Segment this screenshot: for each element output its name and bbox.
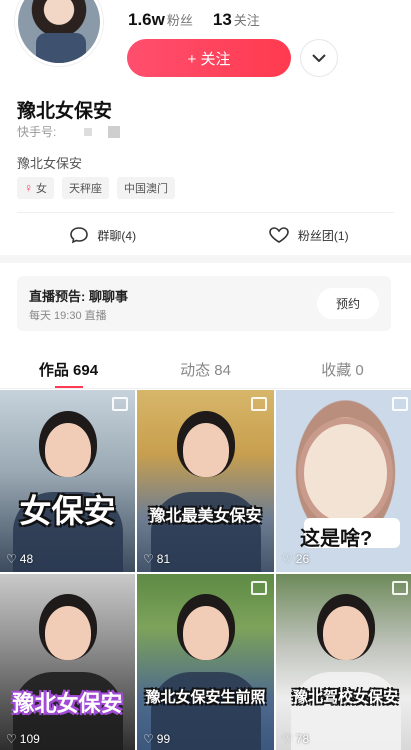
kuaishou-id: 快手号: [17, 123, 121, 140]
tab-favorites[interactable]: 收藏 0 [274, 355, 411, 388]
like-count: ♡ 48 [6, 552, 33, 566]
heart-icon: ♡ [6, 552, 17, 566]
follow-label: + 关注 [187, 50, 231, 68]
thumbnail-figure [182, 606, 229, 661]
follow-button[interactable]: + 关注 [127, 39, 291, 77]
redacted-id [108, 125, 121, 138]
video-tile[interactable]: 这是啥? ♡ 26 [276, 390, 411, 572]
followers-label: 粉丝 [166, 13, 193, 28]
tab-moments[interactable]: 动态 84 [137, 355, 274, 388]
profile-bio: 豫北女保安 [17, 156, 83, 171]
bookmark-icon [251, 397, 267, 411]
like-count-value: 99 [156, 732, 171, 746]
thumbnail-bowl [298, 418, 393, 528]
heart-icon: ♡ [6, 732, 17, 746]
fan-club-button[interactable]: 粉丝团(1) [206, 220, 411, 250]
following-label: 关注 [233, 13, 260, 28]
like-count-value: 109 [19, 732, 40, 746]
video-tile[interactable]: 女保安 ♡ 48 [0, 390, 135, 572]
like-count: ♡ 78 [282, 732, 309, 746]
video-caption: 这是啥? [300, 528, 373, 550]
profile-tags: ♀ 女 天秤座 中国澳门 [17, 177, 175, 199]
like-count-value: 26 [295, 552, 310, 566]
like-count-value: 81 [156, 552, 171, 566]
kuaishou-id-label: 快手号: [17, 125, 57, 139]
following-stat[interactable]: 13 关注 [213, 10, 260, 30]
like-count-value: 48 [19, 552, 34, 566]
tab-works[interactable]: 作品 694 [0, 355, 137, 388]
social-row: 群聊(4) 粉丝团(1) [0, 220, 411, 250]
avatar-uniform [36, 33, 86, 63]
thumbnail-figure [322, 606, 369, 661]
live-title: 直播预告: 聊聊事 [29, 289, 128, 304]
section-divider [0, 255, 411, 263]
video-tile[interactable]: 豫北最美女保安 ♡ 81 [137, 390, 274, 572]
heart-icon: ♡ [143, 552, 154, 566]
female-icon: ♀ [24, 181, 33, 195]
thumbnail-figure [182, 422, 229, 477]
video-tile[interactable]: 豫北女保安生前照 ♡ 99 [137, 574, 274, 750]
thumbnail-figure [44, 422, 91, 477]
chevron-down-icon [312, 54, 326, 62]
content-tabs: 作品 694 动态 84 收藏 0 [0, 355, 411, 389]
live-preview-card: 直播预告: 聊聊事 每天 19:30 直播 预约 [17, 276, 391, 331]
profile-stats: 1.6w 粉丝 13 关注 [128, 10, 260, 30]
group-chat-button[interactable]: 群聊(4) [0, 220, 206, 250]
followers-stat[interactable]: 1.6w 粉丝 [128, 10, 193, 30]
like-count: ♡ 81 [143, 552, 170, 566]
video-tile[interactable]: 豫北驾校女保安 ♡ 78 [276, 574, 411, 750]
zodiac-tag: 天秤座 [62, 177, 109, 199]
chat-bubble-icon [70, 227, 89, 244]
reserve-button[interactable]: 预约 [317, 288, 379, 319]
bookmark-icon [251, 581, 267, 595]
gender-tag: ♀ 女 [17, 177, 54, 199]
fan-club-label: 粉丝团(1) [297, 228, 349, 243]
like-count: ♡ 109 [6, 732, 40, 746]
redacted-id [84, 127, 93, 136]
group-chat-label: 群聊(4) [97, 228, 137, 243]
following-count: 13 [212, 10, 232, 29]
gender-label: 女 [36, 183, 47, 195]
bookmark-icon [392, 581, 408, 595]
like-count: ♡ 26 [282, 552, 309, 566]
divider [17, 212, 394, 213]
profile-header: 1.6w 粉丝 13 关注 + 关注 豫北女保安 快手号: 豫北女保安 ♀ 女 天秤… [0, 0, 411, 252]
heart-icon [269, 227, 289, 243]
bookmark-icon [392, 397, 408, 411]
video-caption: 豫北女保安 [12, 691, 123, 716]
followers-count: 1.6w [128, 10, 165, 29]
heart-icon: ♡ [282, 552, 293, 566]
bookmark-icon [112, 397, 128, 411]
video-caption: 豫北女保安生前照 [145, 689, 266, 706]
video-tile[interactable]: 豫北女保安 ♡ 109 [0, 574, 135, 750]
heart-icon: ♡ [143, 732, 154, 746]
location-tag: 中国澳门 [117, 177, 175, 199]
like-count: ♡ 99 [143, 732, 170, 746]
video-grid: 女保安 ♡ 48 豫北最美女保安 ♡ 81 这是啥? ♡ 26 豫北女保安 ♡ 109 … [0, 390, 411, 750]
video-caption: 豫北最美女保安 [149, 508, 262, 525]
avatar[interactable] [15, 0, 103, 66]
heart-icon: ♡ [282, 732, 293, 746]
live-time: 每天 19:30 直播 [29, 310, 107, 322]
more-options-button[interactable] [300, 39, 338, 77]
video-caption: 女保安 [19, 493, 116, 529]
thumbnail-figure [44, 606, 91, 661]
profile-name: 豫北女保安 [17, 101, 113, 122]
video-caption: 豫北驾校女保安 [292, 689, 398, 706]
like-count-value: 78 [295, 732, 310, 746]
